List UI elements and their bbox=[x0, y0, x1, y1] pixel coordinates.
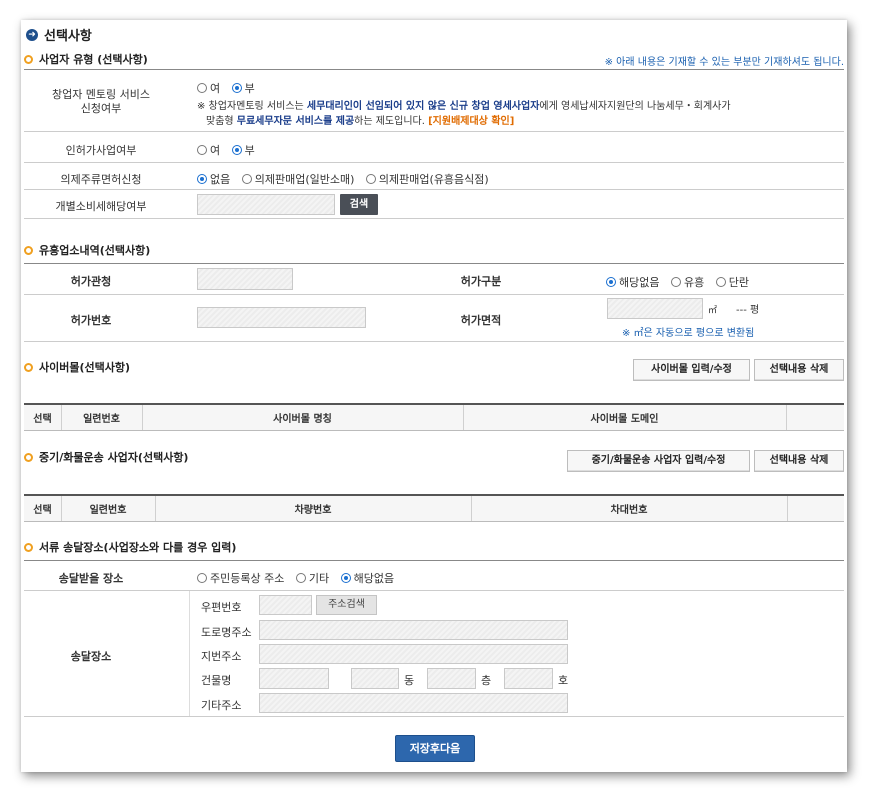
cybermall-edit-button[interactable]: 사이버몰 입력/수정 bbox=[633, 359, 750, 381]
truck-edit-button[interactable]: 중기/화물운송 사업자 입력/수정 bbox=[567, 450, 750, 472]
road-input[interactable] bbox=[259, 620, 568, 640]
place-options: 주민등록상 주소 기타 해당없음 bbox=[197, 570, 402, 586]
area-note: ※ ㎡은 자동으로 평으로 변환됨 bbox=[622, 328, 755, 339]
authority-label: 허가관청 bbox=[70, 275, 112, 288]
place-resident-radio[interactable]: 주민등록상 주소 bbox=[197, 570, 284, 586]
etc-input[interactable] bbox=[259, 693, 568, 713]
type-none-radio[interactable]: 해당없음 bbox=[606, 274, 659, 290]
mentoring-yes-radio[interactable]: 여 bbox=[197, 80, 220, 96]
area-input[interactable] bbox=[607, 298, 703, 319]
addr-label: 송달장소 bbox=[70, 650, 112, 663]
liquor-entertainment-radio[interactable]: 의제판매업(유흥음식점) bbox=[365, 171, 489, 187]
building-input[interactable] bbox=[259, 668, 329, 689]
place-none-radio[interactable]: 해당없음 bbox=[340, 570, 394, 586]
page-title-text: 선택사항 bbox=[44, 29, 92, 44]
section-business-type-title: 사업자 유형 (선택사항) bbox=[39, 53, 148, 66]
area-label: 허가면적 bbox=[460, 314, 502, 327]
excise-search-button[interactable]: 검색 bbox=[340, 194, 378, 215]
number-input[interactable] bbox=[197, 307, 366, 328]
floor-label: 층 bbox=[481, 674, 492, 687]
permit-options: 여 부 bbox=[197, 142, 263, 158]
postal-label: 우편번호 bbox=[201, 601, 242, 614]
liquor-retail-radio[interactable]: 의제판매업(일반소매) bbox=[241, 171, 354, 187]
type-danran-radio[interactable]: 단란 bbox=[715, 274, 749, 290]
dong-label: 동 bbox=[404, 674, 415, 687]
bullet-icon bbox=[24, 54, 33, 64]
permit-no-radio[interactable]: 부 bbox=[231, 142, 255, 158]
number-label: 허가번호 bbox=[70, 314, 112, 327]
dong-input[interactable] bbox=[351, 668, 399, 689]
place-label: 송달받을 장소 bbox=[58, 572, 124, 585]
bullet-icon bbox=[24, 452, 33, 462]
liquor-label: 의제주류면허신청 bbox=[60, 173, 142, 186]
lot-input[interactable] bbox=[259, 644, 568, 664]
section-business-type-header: 사업자 유형 (선택사항) bbox=[24, 51, 148, 67]
arrow-right-icon: ➜ bbox=[26, 28, 38, 41]
excise-input[interactable] bbox=[197, 194, 335, 215]
exclusion-check-link[interactable]: [지원배제대상 확인] bbox=[428, 116, 514, 127]
truck-table-header: 선택 일련번호 차량번호 차대번호 bbox=[24, 494, 844, 522]
type-entertain-radio[interactable]: 유흥 bbox=[670, 274, 704, 290]
authority-input[interactable] bbox=[197, 268, 293, 290]
road-label: 도로명주소 bbox=[201, 626, 252, 639]
ho-input[interactable] bbox=[504, 668, 553, 689]
type-label: 허가구분 bbox=[460, 275, 502, 288]
lot-label: 지번주소 bbox=[201, 650, 242, 663]
mentoring-no-radio[interactable]: 부 bbox=[231, 80, 255, 96]
area-unit: ㎡ bbox=[708, 306, 718, 316]
mentoring-label: 창업자 멘토링 서비스 신청여부 bbox=[51, 88, 151, 115]
place-other-radio[interactable]: 기타 bbox=[295, 570, 329, 586]
liquor-none-radio[interactable]: 없음 bbox=[197, 171, 230, 187]
excise-label: 개별소비세해당여부 bbox=[55, 200, 147, 213]
page-title: ➜ 선택사항 bbox=[26, 25, 92, 44]
address-search-button[interactable]: 주소검색 bbox=[316, 595, 377, 615]
bullet-icon bbox=[24, 542, 33, 552]
section-truck-header: 중기/화물운송 사업자(선택사항) bbox=[24, 449, 188, 465]
building-label: 건물명 bbox=[201, 674, 232, 687]
bullet-icon bbox=[24, 245, 33, 255]
save-next-button[interactable]: 저장후다음 bbox=[395, 735, 475, 762]
options-panel: ➜ 선택사항 사업자 유형 (선택사항) ※ 아래 내용은 기재할 수 있는 부… bbox=[21, 20, 847, 772]
cybermall-table-header: 선택 일련번호 사이버몰 명칭 사이버몰 도메인 bbox=[24, 403, 844, 431]
pyeong-readout: --- 평 bbox=[736, 305, 760, 316]
cybermall-delete-button[interactable]: 선택내용 삭제 bbox=[754, 359, 844, 381]
liquor-options: 없음 의제판매업(일반소매) 의제판매업(유흥음식점) bbox=[197, 171, 497, 187]
section-delivery-header: 서류 송달장소(사업장소와 다를 경우 입력) bbox=[24, 539, 236, 555]
bullet-icon bbox=[24, 362, 33, 372]
postal-input[interactable] bbox=[259, 595, 312, 615]
floor-input[interactable] bbox=[427, 668, 476, 689]
etc-label: 기타주소 bbox=[201, 699, 242, 712]
section-cybermall-header: 사이버몰(선택사항) bbox=[24, 359, 130, 375]
section-entertainment-header: 유흥업소내역(선택사항) bbox=[24, 242, 150, 258]
mentoring-note: ※ 창업자멘토링 서비스는 세무대리인이 선임되어 있지 않은 신규 창업 영세… bbox=[197, 101, 731, 127]
permit-label: 인허가사업여부 bbox=[65, 144, 137, 157]
ho-label: 호 bbox=[558, 674, 569, 687]
type-options: 해당없음 유흥 단란 bbox=[606, 274, 757, 290]
truck-delete-button[interactable]: 선택내용 삭제 bbox=[754, 450, 844, 472]
notice-text: ※ 아래 내용은 기재할 수 있는 부분만 기재하셔도 됩니다. bbox=[604, 57, 844, 68]
mentoring-options: 여 부 bbox=[197, 80, 263, 96]
permit-yes-radio[interactable]: 여 bbox=[197, 142, 220, 158]
